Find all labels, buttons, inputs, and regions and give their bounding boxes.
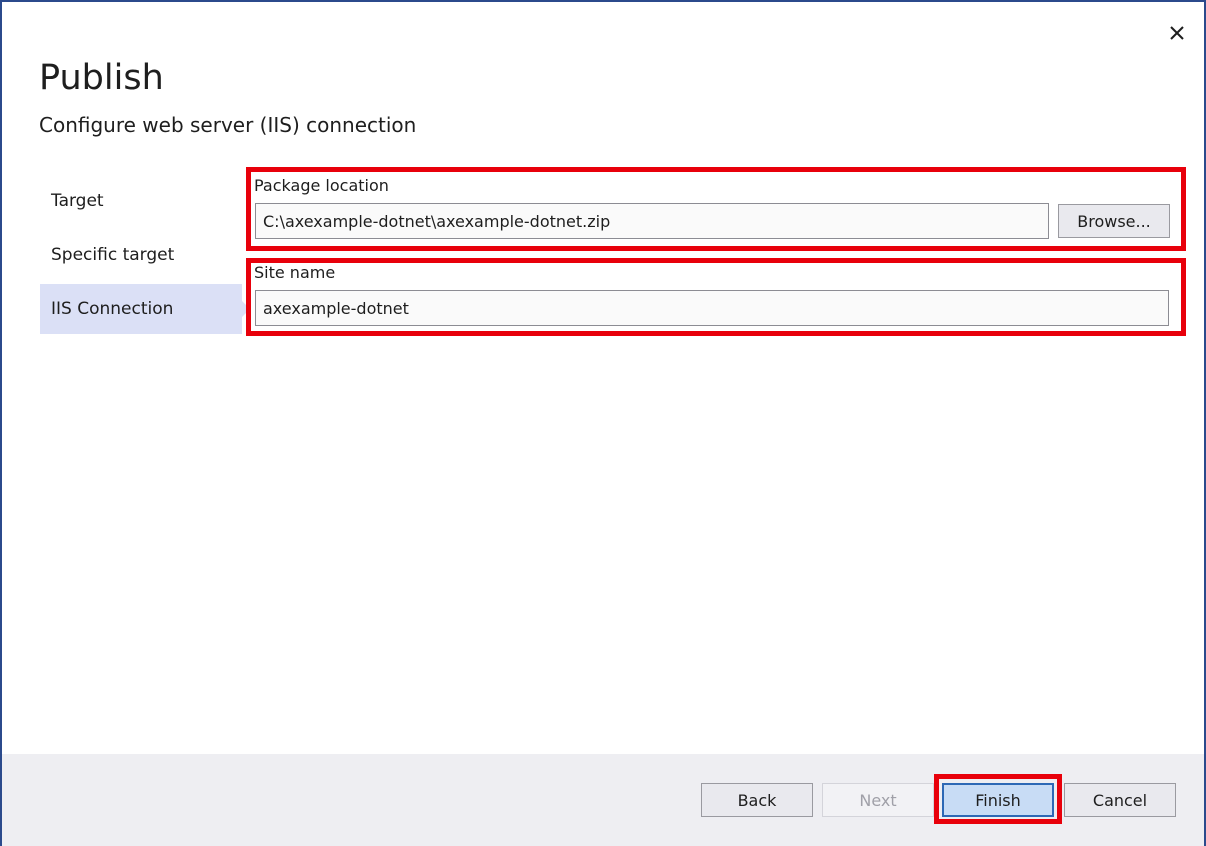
- next-button[interactable]: Next: [822, 783, 934, 817]
- nav-item-label: Specific target: [51, 245, 175, 265]
- site-name-label: Site name: [254, 263, 336, 282]
- cancel-button[interactable]: Cancel: [1064, 783, 1176, 817]
- nav-item-iis-connection[interactable]: IIS Connection: [40, 284, 250, 334]
- close-icon: [1170, 26, 1184, 40]
- nav-item-target[interactable]: Target: [40, 176, 242, 226]
- nav-item-specific-target[interactable]: Specific target: [40, 230, 242, 280]
- close-button[interactable]: [1162, 18, 1192, 48]
- finish-button[interactable]: Finish: [942, 783, 1054, 817]
- publish-dialog: Publish Configure web server (IIS) conne…: [0, 0, 1206, 846]
- nav-item-label: Target: [51, 191, 104, 211]
- nav-item-label: IIS Connection: [51, 299, 174, 319]
- dialog-footer: Back Next Finish Cancel: [2, 754, 1204, 846]
- package-location-label: Package location: [254, 176, 389, 195]
- back-button[interactable]: Back: [701, 783, 813, 817]
- site-name-input[interactable]: [255, 290, 1169, 326]
- dialog-subtitle: Configure web server (IIS) connection: [39, 113, 417, 137]
- package-location-input[interactable]: [255, 203, 1049, 239]
- browse-button[interactable]: Browse...: [1058, 204, 1170, 238]
- dialog-title: Publish: [39, 58, 164, 98]
